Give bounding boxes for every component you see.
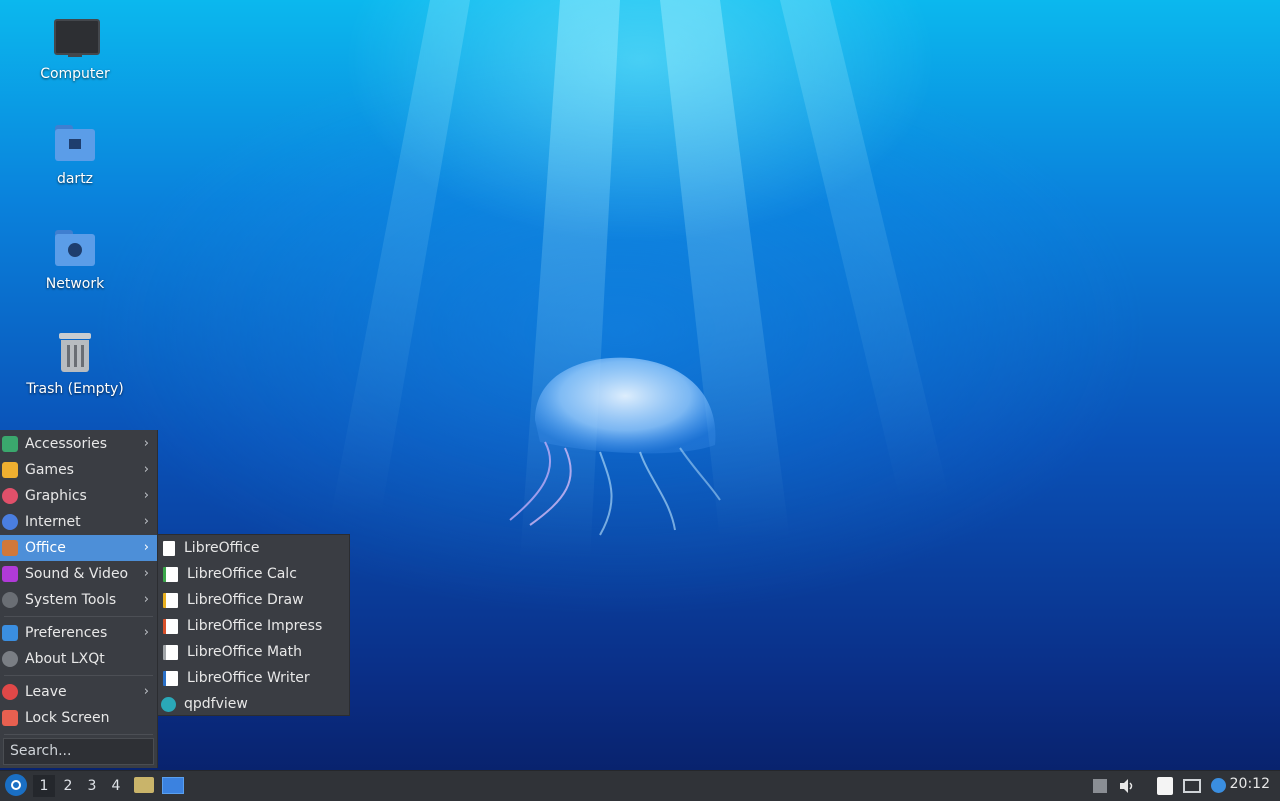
libreoffice-impress-icon	[163, 618, 178, 634]
workspace-4-button[interactable]: 4	[105, 775, 127, 797]
menu-item-label: Accessories	[25, 436, 108, 452]
chevron-right-icon: ›	[143, 514, 149, 529]
submenu-item-label: qpdfview	[184, 696, 248, 712]
menu-item-label: Office	[25, 540, 66, 556]
submenu-item-label: LibreOffice Calc	[187, 566, 297, 582]
show-desktop-button[interactable]	[162, 777, 184, 794]
submenu-item-libreoffice-calc[interactable]: LibreOffice Calc	[158, 561, 351, 587]
chevron-right-icon: ›	[143, 436, 149, 451]
menu-item-internet[interactable]: Internet ›	[0, 509, 157, 535]
clock[interactable]: 20:12	[1230, 776, 1270, 792]
menu-item-label: Leave	[25, 684, 67, 700]
desktop-icon-label: dartz	[56, 171, 94, 187]
menu-item-label: Games	[25, 462, 74, 478]
application-menu: Accessories › Games › Graphics › Interne…	[0, 430, 158, 768]
submenu-item-libreoffice-writer[interactable]: LibreOffice Writer	[158, 665, 351, 691]
submenu-item-label: LibreOffice Draw	[187, 592, 304, 608]
submenu-item-libreoffice-draw[interactable]: LibreOffice Draw	[158, 587, 351, 613]
libreoffice-draw-icon	[163, 592, 178, 608]
home-folder-icon	[52, 121, 98, 167]
submenu-item-libreoffice[interactable]: LibreOffice	[158, 535, 351, 561]
eject-icon[interactable]	[1091, 777, 1109, 795]
desktop-icon-label: Computer	[40, 66, 110, 82]
submenu-item-libreoffice-math[interactable]: LibreOffice Math	[158, 639, 351, 665]
power-icon	[2, 684, 18, 700]
chevron-right-icon: ›	[143, 592, 149, 607]
start-menu-button[interactable]	[5, 774, 27, 796]
menu-search-input[interactable]: Search...	[3, 738, 154, 765]
submenu-item-qpdfview[interactable]: qpdfview	[158, 691, 351, 717]
menu-item-games[interactable]: Games ›	[0, 457, 157, 483]
menu-item-graphics[interactable]: Graphics ›	[0, 483, 157, 509]
chevron-right-icon: ›	[143, 566, 149, 581]
workspace-2-button[interactable]: 2	[57, 775, 79, 797]
menu-item-about[interactable]: About LXQt	[0, 646, 157, 672]
trash-icon	[52, 331, 98, 377]
menu-item-preferences[interactable]: Preferences ›	[0, 620, 157, 646]
chevron-right-icon: ›	[143, 540, 149, 555]
menu-item-leave[interactable]: Leave ›	[0, 679, 157, 705]
libreoffice-writer-icon	[163, 670, 178, 686]
network-folder-icon	[52, 226, 98, 272]
menu-item-system-tools[interactable]: System Tools ›	[0, 587, 157, 613]
menu-item-label: System Tools	[25, 592, 117, 608]
menu-item-label: Sound & Video	[25, 566, 129, 582]
desktop-icon-label: Network	[45, 276, 105, 292]
preferences-icon	[2, 625, 18, 641]
clipboard-icon[interactable]	[1156, 777, 1174, 795]
desktop-icon-label: Trash (Empty)	[26, 381, 124, 397]
network-status-icon[interactable]	[1183, 777, 1201, 795]
file-manager-icon	[134, 777, 154, 793]
computer-icon	[52, 16, 100, 62]
submenu-item-label: LibreOffice Writer	[187, 670, 310, 686]
accessories-icon	[2, 436, 18, 452]
libreoffice-icon	[163, 540, 175, 556]
menu-separator	[4, 734, 153, 735]
submenu-item-label: LibreOffice Impress	[187, 618, 323, 634]
desktop-icon-network[interactable]: Network	[15, 226, 135, 292]
submenu-item-label: LibreOffice Math	[187, 644, 302, 660]
taskbar: 1 2 3 4 20:12	[0, 770, 1280, 801]
internet-icon	[2, 514, 18, 530]
office-submenu: LibreOffice LibreOffice Calc LibreOffice…	[157, 534, 350, 716]
desktop-icon-home[interactable]: dartz	[15, 121, 135, 187]
office-icon	[2, 540, 18, 556]
menu-separator	[4, 675, 153, 676]
libreoffice-calc-icon	[163, 566, 178, 582]
chevron-right-icon: ›	[143, 625, 149, 640]
menu-item-label: Preferences	[25, 625, 108, 641]
menu-item-accessories[interactable]: Accessories ›	[0, 431, 157, 457]
menu-item-label: Graphics	[25, 488, 87, 504]
menu-separator	[4, 616, 153, 617]
menu-item-sound-video[interactable]: Sound & Video ›	[0, 561, 157, 587]
volume-icon[interactable]	[1118, 777, 1136, 795]
chevron-right-icon: ›	[143, 684, 149, 699]
about-icon	[2, 651, 18, 667]
desktop-icon-computer[interactable]: Computer	[15, 16, 135, 82]
desktop-icon-trash[interactable]: Trash (Empty)	[15, 331, 135, 397]
workspace-1-button[interactable]: 1	[33, 775, 55, 797]
notification-icon[interactable]	[1210, 777, 1228, 795]
system-tools-icon	[2, 592, 18, 608]
submenu-item-libreoffice-impress[interactable]: LibreOffice Impress	[158, 613, 351, 639]
menu-item-label: Lock Screen	[25, 710, 110, 726]
wallpaper-jellyfish	[509, 357, 721, 536]
lxqt-logo-icon	[11, 780, 21, 790]
chevron-right-icon: ›	[143, 488, 149, 503]
menu-item-office[interactable]: Office ›	[0, 535, 157, 561]
chevron-right-icon: ›	[143, 462, 149, 477]
menu-item-label: Internet	[25, 514, 81, 530]
lock-icon	[2, 710, 18, 726]
menu-item-label: About LXQt	[25, 651, 105, 667]
sound-video-icon	[2, 566, 18, 582]
submenu-item-label: LibreOffice	[184, 540, 260, 556]
workspace-3-button[interactable]: 3	[81, 775, 103, 797]
file-manager-launcher[interactable]	[134, 775, 154, 795]
menu-item-lock-screen[interactable]: Lock Screen	[0, 705, 157, 731]
qpdfview-icon	[161, 696, 176, 712]
libreoffice-math-icon	[163, 644, 178, 660]
games-icon	[2, 462, 18, 478]
graphics-icon	[2, 488, 18, 504]
